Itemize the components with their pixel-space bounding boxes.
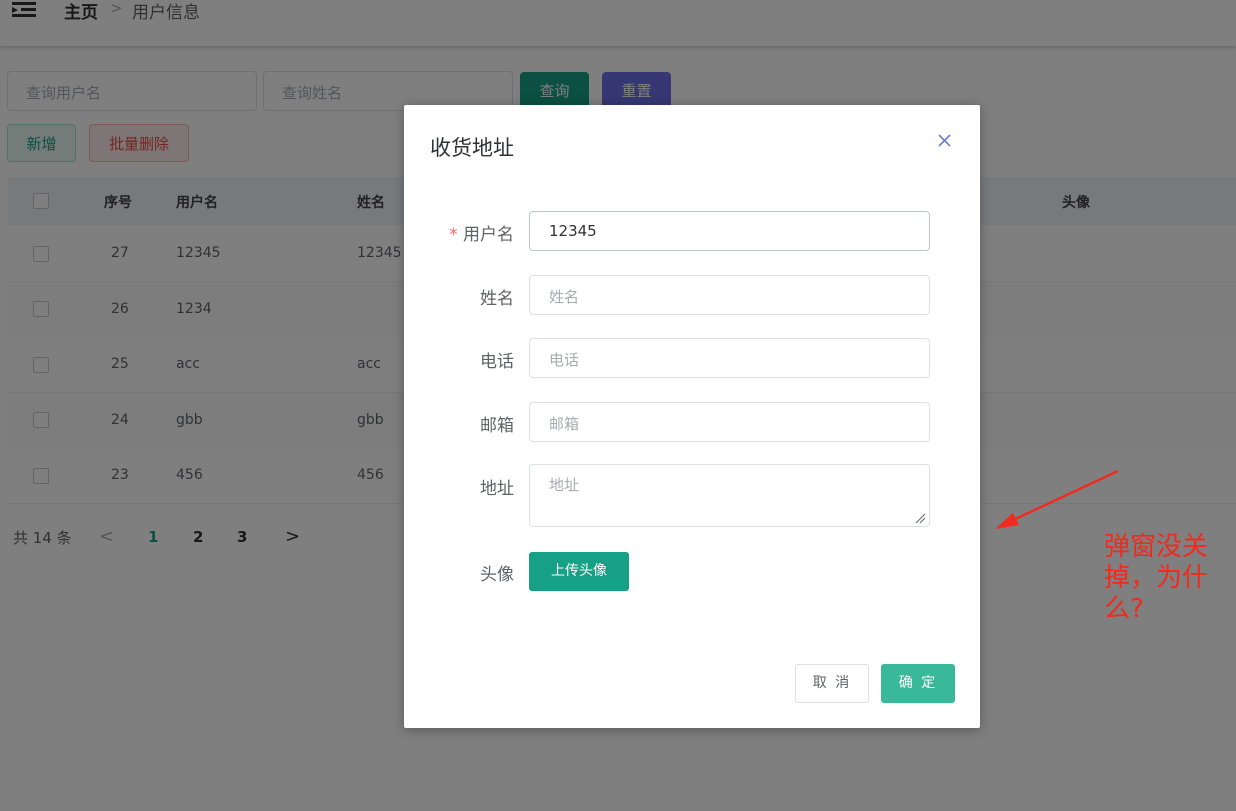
- cancel-button[interactable]: 取 消: [795, 664, 869, 703]
- email-label: 邮箱: [480, 416, 514, 436]
- annotation-text: 弹窗没关掉，为什么?: [1104, 532, 1209, 624]
- username-label-text: 用户名: [463, 225, 514, 245]
- close-icon[interactable]: [934, 130, 954, 150]
- name-input[interactable]: 姓名: [529, 275, 930, 315]
- username-label: * 用户名: [414, 220, 514, 245]
- phone-input[interactable]: 电话: [529, 338, 930, 378]
- name-label: 姓名: [480, 289, 514, 309]
- upload-avatar-button[interactable]: 上传头像: [529, 552, 629, 591]
- username-input[interactable]: 12345: [529, 211, 930, 251]
- email-input[interactable]: 邮箱: [529, 402, 930, 442]
- annotation-arrow-icon: [995, 469, 1119, 529]
- avatar-label: 头像: [480, 565, 514, 585]
- address-textarea[interactable]: 地址: [529, 464, 930, 527]
- dialog-title: 收货地址: [430, 136, 514, 160]
- address-label: 地址: [480, 479, 514, 499]
- confirm-button[interactable]: 确 定: [881, 664, 955, 703]
- phone-label: 电话: [480, 352, 514, 372]
- required-mark: *: [449, 225, 458, 245]
- resize-handle-icon[interactable]: [915, 513, 926, 524]
